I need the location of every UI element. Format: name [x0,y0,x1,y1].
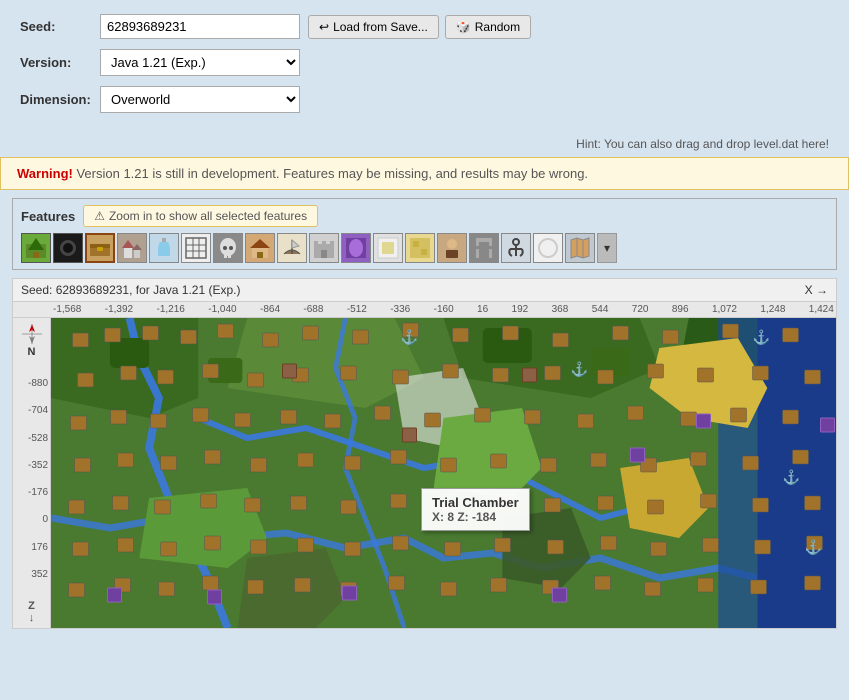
warning-bar: Warning! Version 1.21 is still in develo… [0,157,849,190]
hint-bar: Hint: You can also drag and drop level.d… [0,133,849,157]
z-axis-label: Z ↓ [28,600,35,624]
seed-input[interactable] [100,14,300,39]
random-button[interactable]: 🎲 Random [445,15,531,39]
feature-icon-end[interactable] [373,233,403,263]
map-body: N -880 -704 -528 -352 -176 0 176 352 Z ↓ [13,318,836,628]
feature-icon-dungeon[interactable] [53,233,83,263]
feature-icon-forest[interactable] [21,233,51,263]
warning-prefix: Warning! [17,166,73,181]
feature-icon-skull[interactable] [213,233,243,263]
top-panel: Seed: ↩ Load from Save... 🎲 Random Versi… [0,0,849,133]
version-row: Version: Java 1.21 (Exp.) Java 1.20 Java… [20,49,829,76]
feature-icon-house[interactable] [245,233,275,263]
features-header: Features ⚠ Zoom in to show all selected … [21,205,828,227]
warning-text: Version 1.21 is still in development. Fe… [76,166,588,181]
feature-icon-portal[interactable] [341,233,371,263]
feature-icon-bottle[interactable] [149,233,179,263]
seed-row: Seed: ↩ Load from Save... 🎲 Random [20,14,829,39]
features-icons: ▾ [21,233,828,263]
feature-icon-sand[interactable] [405,233,435,263]
map-tooltip: Trial Chamber X: 8 Z: -184 [421,488,530,531]
map-header: Seed: 62893689231, for Java 1.21 (Exp.) … [13,279,836,302]
feature-icon-circle[interactable] [533,233,563,263]
random-icon: 🎲 [456,20,471,34]
feature-icon-npc[interactable] [437,233,467,263]
feature-icon-shipwreck[interactable] [277,233,307,263]
features-section: Features ⚠ Zoom in to show all selected … [12,198,837,270]
tooltip-coords: X: 8 Z: -184 [432,510,519,524]
features-label: Features [21,209,75,224]
version-select[interactable]: Java 1.21 (Exp.) Java 1.20 Java 1.19 Bed… [100,49,300,76]
features-more-button[interactable]: ▾ [597,233,617,263]
compass-n-label: N [28,346,36,358]
compass: N [20,322,44,358]
version-label: Version: [20,55,100,70]
seed-label: Seed: [20,19,100,34]
x-axis: -1,568 -1,392 -1,216 -1,040 -864 -688 -5… [13,302,836,318]
feature-icon-extra[interactable] [565,233,595,263]
feature-icon-mineshaft[interactable] [469,233,499,263]
seed-info: Seed: 62893689231, for Java 1.21 (Exp.) [21,283,241,297]
load-save-button[interactable]: ↩ Load from Save... [308,15,439,39]
tooltip-title: Trial Chamber [432,495,519,510]
feature-icon-stronghold[interactable] [309,233,339,263]
feature-icon-grid[interactable] [181,233,211,263]
compass-rose [20,322,44,346]
feature-icon-anchor[interactable] [501,233,531,263]
dimension-select[interactable]: Overworld Nether The End [100,86,300,113]
map-container: Seed: 62893689231, for Java 1.21 (Exp.) … [12,278,837,629]
feature-icon-village[interactable] [117,233,147,263]
map-terrain[interactable]: Trial Chamber X: 8 Z: -184 [51,318,836,628]
dimension-row: Dimension: Overworld Nether The End [20,86,829,113]
feature-icon-chest[interactable] [85,233,115,263]
zoom-features-button[interactable]: ⚠ Zoom in to show all selected features [83,205,318,227]
x-arrow: X → [805,283,828,297]
dimension-label: Dimension: [20,92,100,107]
y-axis: N -880 -704 -528 -352 -176 0 176 352 Z ↓ [13,318,51,628]
terrain-svg [51,318,836,628]
x-labels: -1,568 -1,392 -1,216 -1,040 -864 -688 -5… [51,304,836,315]
load-icon: ↩ [319,20,329,34]
warning-icon: ⚠ [94,209,105,223]
